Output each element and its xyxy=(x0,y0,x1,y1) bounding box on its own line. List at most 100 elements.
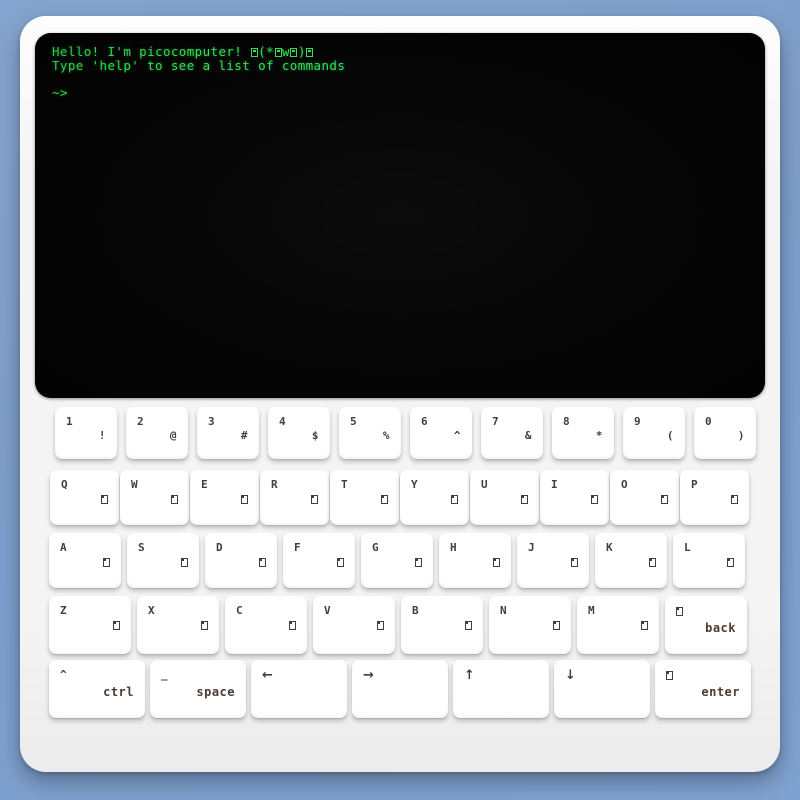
missing-glyph-icon xyxy=(201,620,208,630)
key-8[interactable]: 8 * xyxy=(552,407,614,459)
key-p[interactable]: P xyxy=(680,470,749,525)
key-5-secondary-label: % xyxy=(382,429,390,442)
key-o[interactable]: O xyxy=(610,470,679,525)
picocomputer-device: Hello! I'm picocomputer! (* w) Type 'help'… xyxy=(20,16,780,772)
key-y[interactable]: Y xyxy=(400,470,469,525)
key-space-main-label: _ xyxy=(161,668,169,681)
key-arrow-up-main-label: ↑ xyxy=(464,668,475,683)
key-g[interactable]: G xyxy=(361,533,433,588)
key-j-secondary-label xyxy=(571,555,578,568)
key-d[interactable]: D xyxy=(205,533,277,588)
key-a-secondary-label xyxy=(103,555,110,568)
key-s[interactable]: S xyxy=(127,533,199,588)
key-6[interactable]: 6 ^ xyxy=(410,407,472,459)
terminal-line: Type 'help' to see a list of commands xyxy=(52,57,346,73)
key-g-secondary-label xyxy=(415,555,422,568)
key-q-main-label: Q xyxy=(61,478,69,491)
key-7-main-label: 7 xyxy=(492,415,500,428)
key-n-main-label: N xyxy=(500,604,508,617)
key-v[interactable]: V xyxy=(313,596,395,654)
key-z-secondary-label xyxy=(113,618,120,631)
key-t-main-label: T xyxy=(341,478,349,491)
key-back[interactable]: back xyxy=(665,596,747,654)
key-s-main-label: S xyxy=(138,541,146,554)
key-1-secondary-label: ! xyxy=(98,429,106,442)
key-r[interactable]: R xyxy=(260,470,329,525)
missing-glyph-icon xyxy=(290,48,298,57)
terminal-screen[interactable]: Hello! I'm picocomputer! (* w) Type 'help'… xyxy=(35,33,765,398)
key-l[interactable]: L xyxy=(673,533,745,588)
missing-glyph-icon xyxy=(337,557,344,567)
key-9-secondary-label: ( xyxy=(666,429,674,442)
key-w[interactable]: W xyxy=(120,470,189,525)
key-c[interactable]: C xyxy=(225,596,307,654)
key-x[interactable]: X xyxy=(137,596,219,654)
missing-glyph-icon xyxy=(381,494,388,504)
key-b-secondary-label xyxy=(465,618,472,631)
key-6-main-label: 6 xyxy=(421,415,429,428)
key-back-secondary-label: back xyxy=(705,621,736,635)
key-1[interactable]: 1! xyxy=(55,407,117,459)
number-row: 1! 2 @3 #4 $5% 6 ^ 7 & 8 * 9(0) xyxy=(20,407,800,459)
key-c-main-label: C xyxy=(236,604,244,617)
key-arrow-right[interactable]: → xyxy=(352,660,448,718)
key-i[interactable]: I xyxy=(540,470,609,525)
key-4-secondary-label: $ xyxy=(311,429,319,442)
key-k[interactable]: K xyxy=(595,533,667,588)
key-f[interactable]: F xyxy=(283,533,355,588)
key-3[interactable]: 3 # xyxy=(197,407,259,459)
key-m-secondary-label xyxy=(641,618,648,631)
key-arrow-down[interactable]: ↓ xyxy=(554,660,650,718)
key-e-secondary-label xyxy=(241,492,248,505)
key-h[interactable]: H xyxy=(439,533,511,588)
key-q[interactable]: Q xyxy=(50,470,119,525)
key-space[interactable]: _ space xyxy=(150,660,246,718)
missing-glyph-icon xyxy=(731,494,738,504)
missing-glyph-icon xyxy=(641,620,648,630)
missing-glyph-icon xyxy=(101,494,108,504)
key-z[interactable]: Z xyxy=(49,596,131,654)
key-j[interactable]: J xyxy=(517,533,589,588)
missing-glyph-icon xyxy=(521,494,528,504)
key-5[interactable]: 5% xyxy=(339,407,401,459)
key-enter-secondary-label: enter xyxy=(701,685,740,699)
missing-glyph-icon xyxy=(591,494,598,504)
key-t[interactable]: T xyxy=(330,470,399,525)
missing-glyph-icon xyxy=(103,557,110,567)
key-4[interactable]: 4 $ xyxy=(268,407,330,459)
key-2[interactable]: 2 @ xyxy=(126,407,188,459)
key-b[interactable]: B xyxy=(401,596,483,654)
key-u-secondary-label xyxy=(521,492,528,505)
key-arrow-up[interactable]: ↑ xyxy=(453,660,549,718)
bottom-row: ^ ctrl _ space ← → ↑ ↓ enter xyxy=(20,660,800,718)
key-0[interactable]: 0) xyxy=(694,407,756,459)
missing-glyph-icon xyxy=(306,48,314,57)
key-5-main-label: 5 xyxy=(350,415,358,428)
key-a[interactable]: A xyxy=(49,533,121,588)
missing-glyph-icon xyxy=(259,557,266,567)
key-n[interactable]: N xyxy=(489,596,571,654)
key-arrow-left[interactable]: ← xyxy=(251,660,347,718)
key-arrow-right-main-label: → xyxy=(363,668,374,683)
key-f-secondary-label xyxy=(337,555,344,568)
key-s-secondary-label xyxy=(181,555,188,568)
key-enter[interactable]: enter xyxy=(655,660,751,718)
key-9-main-label: 9 xyxy=(634,415,642,428)
missing-glyph-icon xyxy=(649,557,656,567)
key-d-secondary-label xyxy=(259,555,266,568)
key-ctrl[interactable]: ^ ctrl xyxy=(49,660,145,718)
key-q-secondary-label xyxy=(101,492,108,505)
key-e[interactable]: E xyxy=(190,470,259,525)
key-p-main-label: P xyxy=(691,478,699,491)
key-9[interactable]: 9( xyxy=(623,407,685,459)
home-row: A S DFGH J KL xyxy=(20,533,800,588)
key-k-secondary-label xyxy=(649,555,656,568)
key-u[interactable]: U xyxy=(470,470,539,525)
key-7-secondary-label: & xyxy=(524,429,532,442)
missing-glyph-icon xyxy=(415,557,422,567)
key-7[interactable]: 7 & xyxy=(481,407,543,459)
key-1-main-label: 1 xyxy=(66,415,74,428)
key-x-secondary-label xyxy=(201,618,208,631)
key-m[interactable]: M xyxy=(577,596,659,654)
key-j-main-label: J xyxy=(528,541,536,554)
